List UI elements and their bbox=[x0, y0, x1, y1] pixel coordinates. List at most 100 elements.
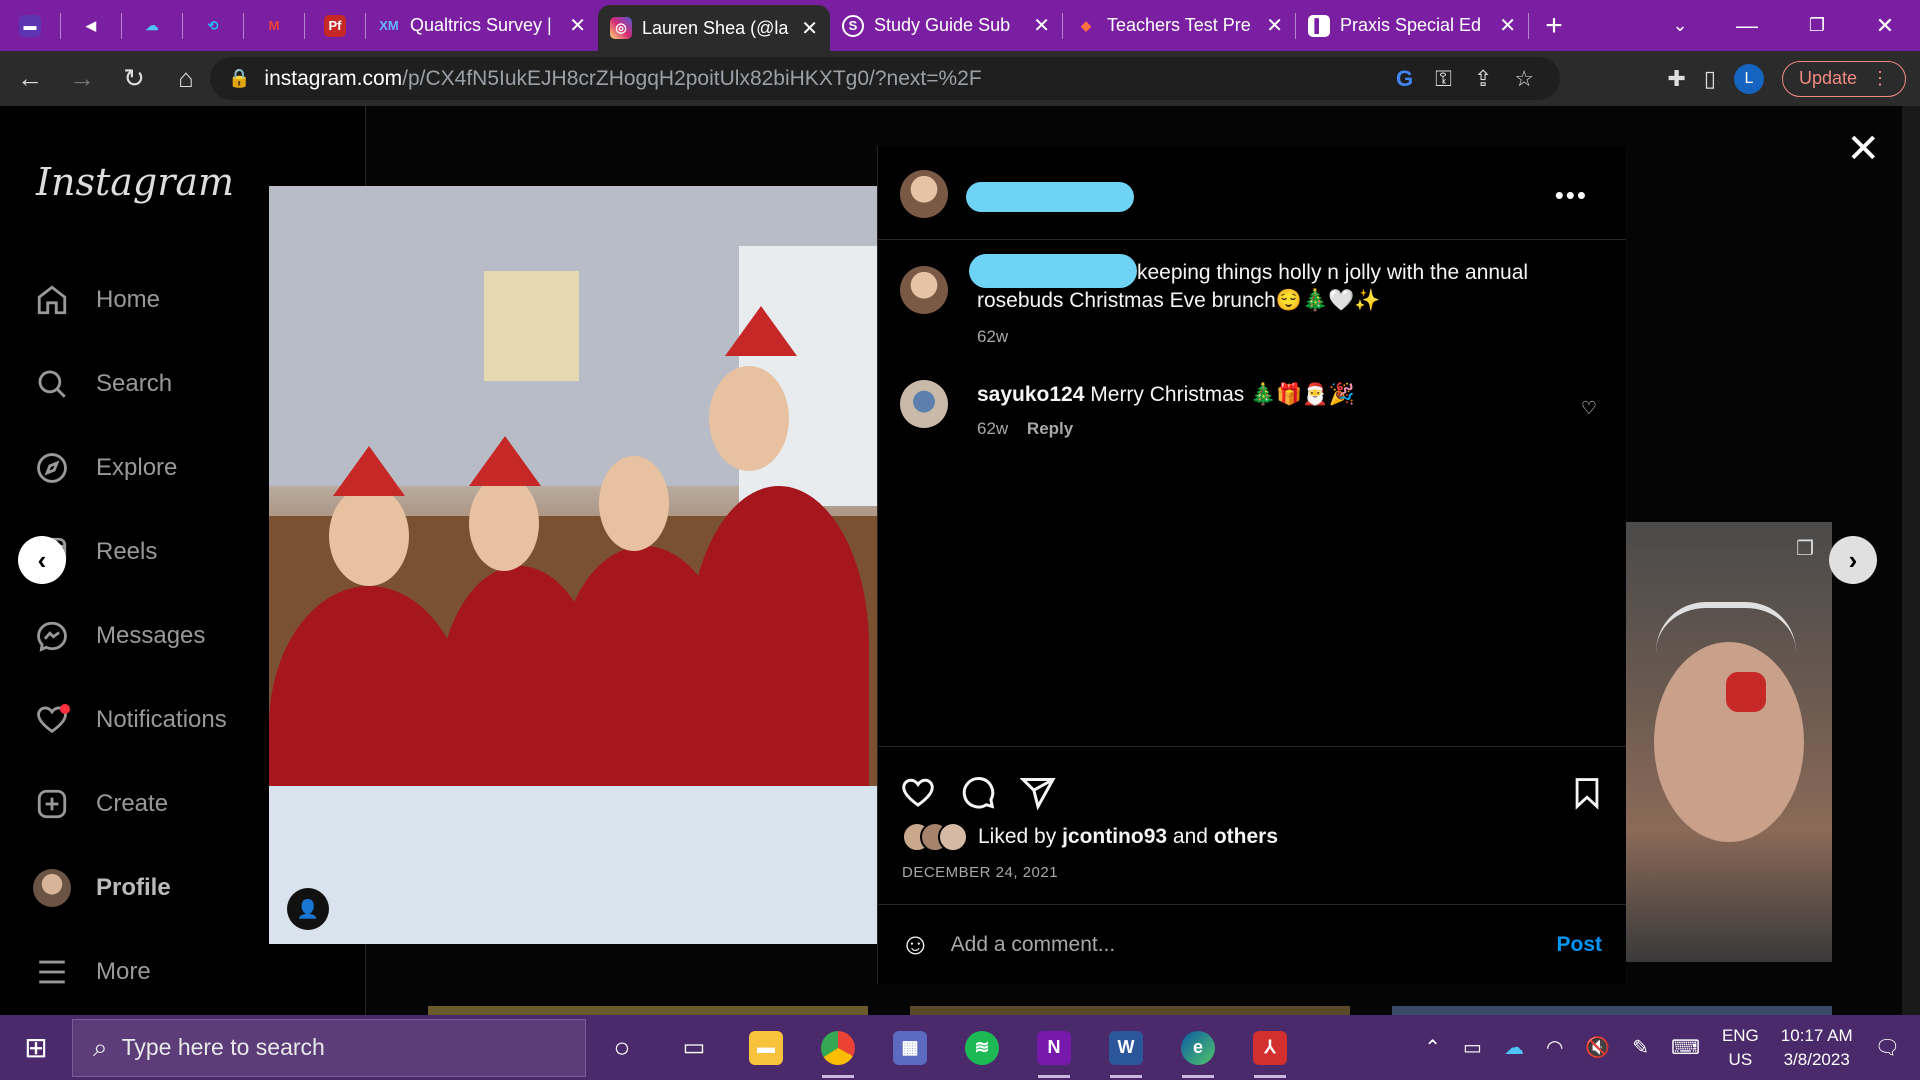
tab-instagram[interactable]: ◎ Lauren Shea (@la ✕ bbox=[598, 5, 830, 51]
onedrive-tray-icon[interactable]: ☁ bbox=[1504, 1035, 1524, 1060]
address-bar[interactable]: 🔒 instagram.com/p/CX4fN5IukEJH8crZHogqH2… bbox=[210, 57, 1560, 100]
liked-by-user[interactable]: jcontino93 bbox=[1062, 825, 1167, 849]
tab-pinned-1[interactable]: ▬ bbox=[0, 0, 60, 51]
pen-icon[interactable]: ✎ bbox=[1632, 1035, 1649, 1060]
bookmark-star-icon[interactable]: ☆ bbox=[1514, 66, 1534, 92]
show-hidden-icons[interactable]: ⌃ bbox=[1424, 1035, 1441, 1060]
more-options-icon[interactable]: ••• bbox=[1555, 180, 1588, 211]
wifi-icon[interactable]: ◠ bbox=[1546, 1035, 1563, 1060]
cortana-icon[interactable]: ○ bbox=[586, 1015, 658, 1080]
close-modal-icon[interactable]: ✕ bbox=[1846, 126, 1880, 172]
task-view-icon[interactable]: ▭ bbox=[658, 1015, 730, 1080]
language-indicator[interactable]: ENG US bbox=[1722, 1024, 1759, 1072]
emoji-icon[interactable]: ☺ bbox=[900, 928, 931, 962]
update-label: Update bbox=[1798, 68, 1857, 88]
clock[interactable]: 10:17 AM 3/8/2023 bbox=[1781, 1024, 1853, 1072]
nav-more[interactable]: More bbox=[32, 944, 151, 1000]
chrome-icon[interactable] bbox=[802, 1015, 874, 1080]
nav-label: Reels bbox=[96, 538, 158, 565]
tab-search-icon[interactable]: ⌄ bbox=[1645, 0, 1715, 51]
nav-search[interactable]: Search bbox=[32, 356, 172, 412]
new-tab-button[interactable]: + bbox=[1529, 0, 1579, 51]
update-button[interactable]: Update ⋮ bbox=[1781, 60, 1906, 97]
liked-by-prefix: Liked by bbox=[978, 825, 1057, 848]
calculator-icon[interactable]: ▦ bbox=[874, 1015, 946, 1080]
tab-pinned-3[interactable]: ☁ bbox=[122, 0, 182, 51]
minimize-button[interactable]: — bbox=[1712, 0, 1782, 51]
commenter-avatar[interactable] bbox=[900, 380, 948, 428]
forward-button[interactable]: → bbox=[60, 57, 104, 101]
side-panel-icon[interactable]: ▯ bbox=[1704, 66, 1716, 92]
close-tab-icon[interactable]: ✕ bbox=[801, 16, 818, 41]
word-icon[interactable]: W bbox=[1090, 1015, 1162, 1080]
comment-icon[interactable] bbox=[960, 775, 996, 820]
preview-face bbox=[1654, 642, 1804, 842]
spotify-icon[interactable]: ≋ bbox=[946, 1015, 1018, 1080]
comment: sayuko124 Merry Christmas 🎄🎁🎅🎉 62w Reply bbox=[977, 383, 1537, 439]
tab-pinned-5[interactable]: M bbox=[244, 0, 304, 51]
like-icon[interactable] bbox=[900, 775, 936, 820]
nav-messages[interactable]: Messages bbox=[32, 608, 205, 664]
heart-icon bbox=[32, 700, 72, 740]
page-scrollbar[interactable] bbox=[1902, 106, 1920, 1015]
close-tab-icon[interactable]: ✕ bbox=[569, 13, 586, 38]
liked-by-others[interactable]: others bbox=[1214, 825, 1278, 849]
share-icon[interactable] bbox=[1019, 775, 1056, 820]
extensions-icon[interactable]: ✚ bbox=[1667, 66, 1685, 92]
key-icon[interactable]: ⚿ bbox=[1435, 66, 1452, 92]
tab-teachers-test[interactable]: ◆ Teachers Test Pre ✕ bbox=[1063, 0, 1295, 51]
tab-qualtrics[interactable]: XM Qualtrics Survey | ✕ bbox=[366, 0, 598, 51]
nav-profile[interactable]: Profile bbox=[32, 860, 171, 916]
nav-home[interactable]: Home bbox=[32, 272, 160, 328]
comment-input[interactable] bbox=[950, 932, 1557, 957]
photo-santa-hat bbox=[469, 436, 541, 486]
save-bookmark-icon[interactable] bbox=[1570, 775, 1604, 820]
search-icon: ⌕ bbox=[93, 1031, 108, 1062]
speaker-icon: ◀ bbox=[86, 17, 96, 33]
nav-create[interactable]: Create bbox=[32, 776, 168, 832]
taskbar-search[interactable]: ⌕ Type here to search bbox=[72, 1018, 586, 1077]
tab-study-guide[interactable]: S Study Guide Sub ✕ bbox=[830, 0, 1062, 51]
reload-button[interactable]: ↻ bbox=[112, 57, 156, 101]
reply-button[interactable]: Reply bbox=[1027, 419, 1073, 438]
restore-button[interactable]: ❐ bbox=[1782, 0, 1852, 51]
tagged-users-button[interactable]: 👤 bbox=[287, 888, 329, 930]
like-comment-icon[interactable]: ♡ bbox=[1581, 398, 1597, 419]
tab-praxis[interactable]: ▌ Praxis Special Ed ✕ bbox=[1296, 0, 1528, 51]
post-caption: keeping things holly n jolly with the an… bbox=[977, 259, 1577, 351]
google-icon[interactable]: G bbox=[1396, 66, 1413, 92]
close-tab-icon[interactable]: ✕ bbox=[1033, 13, 1050, 38]
close-tab-icon[interactable]: ✕ bbox=[1499, 13, 1516, 38]
back-button[interactable]: ← bbox=[8, 57, 52, 101]
onenote-icon[interactable]: N bbox=[1018, 1015, 1090, 1080]
edge-icon[interactable]: e bbox=[1162, 1015, 1234, 1080]
instagram-logo[interactable]: Instagram bbox=[36, 160, 234, 204]
file-explorer-icon[interactable]: ▬ bbox=[730, 1015, 802, 1080]
tab-pinned-4[interactable]: ⟲ bbox=[183, 0, 243, 51]
next-post-preview[interactable]: ❐ bbox=[1626, 522, 1832, 962]
close-tab-icon[interactable]: ✕ bbox=[1266, 13, 1283, 38]
post-photo[interactable]: 👤 bbox=[269, 186, 877, 944]
battery-icon[interactable]: ▭ bbox=[1463, 1035, 1482, 1060]
volume-muted-icon[interactable]: 🔇 bbox=[1585, 1035, 1610, 1060]
nav-explore[interactable]: Explore bbox=[32, 440, 177, 496]
profile-avatar[interactable]: L bbox=[1733, 63, 1764, 94]
liked-by-and: and bbox=[1172, 825, 1208, 848]
next-post-button[interactable]: › bbox=[1829, 536, 1877, 584]
comment-username[interactable]: sayuko124 bbox=[977, 383, 1084, 406]
lock-icon[interactable]: 🔒 bbox=[228, 68, 250, 89]
acrobat-icon[interactable]: ⅄ bbox=[1234, 1015, 1306, 1080]
keyboard-icon[interactable]: ⌨ bbox=[1671, 1035, 1700, 1060]
close-window-button[interactable]: ✕ bbox=[1850, 0, 1920, 51]
author-avatar[interactable] bbox=[900, 170, 948, 218]
previous-post-button[interactable]: ‹ bbox=[18, 536, 66, 584]
tab-pinned-6[interactable]: Pf bbox=[305, 0, 365, 51]
home-button[interactable]: ⌂ bbox=[164, 57, 208, 101]
notifications-icon[interactable]: 🗨 bbox=[1875, 1035, 1900, 1060]
caption-author-avatar[interactable] bbox=[900, 266, 948, 314]
windows-start-icon[interactable]: ⊞ bbox=[0, 1015, 72, 1080]
nav-notifications[interactable]: Notifications bbox=[32, 692, 227, 748]
share-icon[interactable]: ⇪ bbox=[1474, 66, 1492, 92]
tab-pinned-2[interactable]: ◀ bbox=[61, 0, 121, 51]
post-comment-button[interactable]: Post bbox=[1556, 933, 1602, 957]
